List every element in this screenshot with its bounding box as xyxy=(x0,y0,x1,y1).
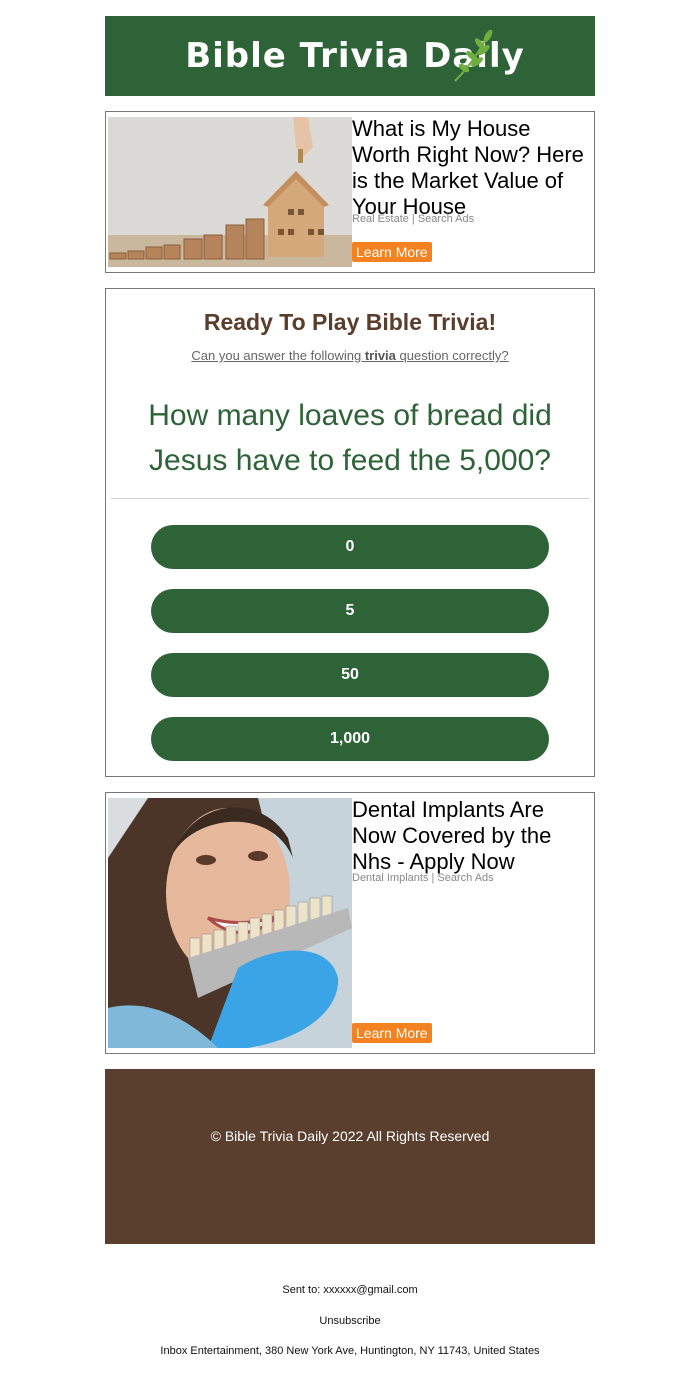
trivia-subheading-end: question correctly? xyxy=(395,348,509,363)
email-footer: © Bible Trivia Daily 2022 All Rights Res… xyxy=(105,1069,595,1244)
answer-button-4[interactable]: 1,000 xyxy=(151,717,549,761)
house-coins-image[interactable] xyxy=(108,117,352,267)
company-address: Inbox Entertainment, 380 New York Ave, H… xyxy=(160,1345,540,1357)
email-header: Bible Trivia Daily xyxy=(105,16,595,96)
sponsored-ad-dental[interactable]: Dental Implants Are Now Covered by the N… xyxy=(105,792,595,1054)
ad-category-label: Real Estate | Search Ads xyxy=(352,213,475,225)
trivia-subheading-start: Can you answer the following xyxy=(191,348,365,363)
trivia-card: Ready To Play Bible Trivia! Can you answ… xyxy=(105,288,595,777)
dental-patient-image[interactable] xyxy=(108,798,352,1048)
sent-to-text: Sent to: xxxxxx@gmail.com xyxy=(282,1284,418,1296)
trivia-question: How many loaves of bread did Jesus have … xyxy=(148,399,552,477)
ad-category-label: Dental Implants | Search Ads xyxy=(352,872,494,884)
answer-button-1[interactable]: 0 xyxy=(151,525,549,569)
unsubscribe-link[interactable]: Unsubscribe xyxy=(0,1315,700,1327)
learn-more-button[interactable]: Learn More xyxy=(352,242,432,262)
answer-button-2[interactable]: 5 xyxy=(151,589,549,633)
trivia-subheading[interactable]: Can you answer the following trivia ques… xyxy=(106,348,594,363)
olive-branch-icon xyxy=(454,29,493,82)
trivia-subheading-bold: trivia xyxy=(364,348,396,363)
answer-button-3[interactable]: 50 xyxy=(151,653,549,697)
copyright-text: © Bible Trivia Daily 2022 All Rights Res… xyxy=(210,1127,490,1144)
sponsored-ad-real-estate[interactable]: What is My House Worth Right Now? Here i… xyxy=(105,111,595,273)
ad-headline[interactable]: Dental Implants Are Now Covered by the N… xyxy=(352,797,588,875)
ad-headline[interactable]: What is My House Worth Right Now? Here i… xyxy=(352,116,588,220)
divider xyxy=(111,498,589,499)
learn-more-button[interactable]: Learn More xyxy=(352,1023,432,1043)
trivia-heading: Ready To Play Bible Trivia! xyxy=(203,309,497,335)
